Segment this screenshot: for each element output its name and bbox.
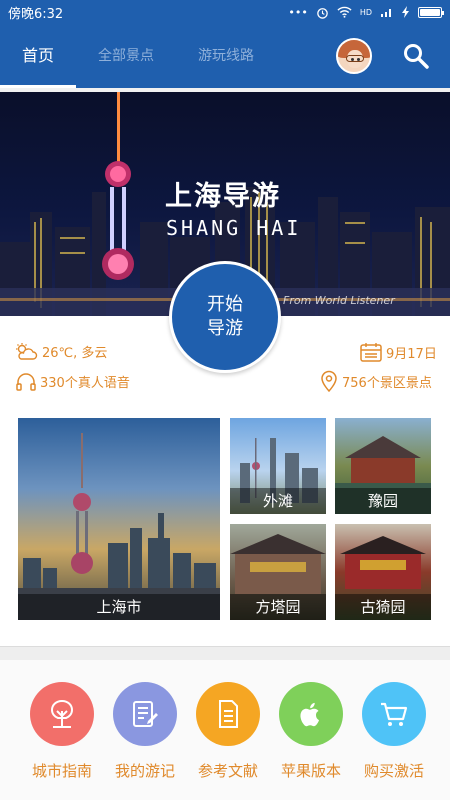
tile-bund[interactable]: 外滩 (230, 418, 326, 514)
tab-home[interactable]: 首页 (0, 24, 77, 88)
wifi-icon (337, 6, 352, 18)
audio-info: 330个真人语音 (16, 372, 130, 391)
menu-label: 参考文献 (197, 762, 258, 780)
spots-info: 756个景区景点 (320, 370, 432, 392)
shanghai-skyline-image (18, 433, 220, 620)
headphones-icon (16, 372, 36, 391)
menu-label: 我的游记 (114, 762, 175, 780)
start-tour-button[interactable]: 开始 导游 (169, 261, 281, 373)
menu-my-notes[interactable]: 我的游记 (105, 682, 185, 781)
status-icons: ••• HD (288, 5, 444, 19)
start-tour-line1: 开始 (207, 294, 243, 315)
tile-fangta[interactable]: 方塔园 (230, 524, 326, 620)
spots-text: 756个景区景点 (342, 375, 432, 391)
notes-icon (113, 682, 177, 746)
audio-text: 330个真人语音 (40, 376, 130, 391)
date-info: 9月17日 (360, 342, 437, 362)
tile-label: 外滩 (230, 488, 326, 514)
tile-guyi[interactable]: 古猗园 (335, 524, 431, 620)
status-time: 傍晚6:32 (8, 6, 64, 22)
network-type: HD (359, 7, 372, 17)
menu-city-guide[interactable]: 城市指南 (22, 682, 102, 781)
bottom-menu: 城市指南 我的游记 参考文献 苹果版本 购买激活 (0, 660, 450, 800)
top-nav: 首页 全部景点 游玩线路 (0, 24, 450, 88)
document-icon (196, 682, 260, 746)
date-text: 9月17日 (386, 346, 437, 362)
start-tour-line2: 导游 (207, 318, 243, 339)
apple-icon (279, 682, 343, 746)
alarm-icon (317, 7, 328, 19)
menu-label: 苹果版本 (280, 762, 341, 780)
banner-subtitle: SHANG HAI (166, 216, 302, 240)
menu-buy-activate[interactable]: 购买激活 (354, 682, 434, 781)
weather-info: 26℃, 多云 (14, 342, 107, 361)
user-avatar[interactable] (336, 38, 372, 74)
tab-all-spots[interactable]: 全部景点 (76, 24, 176, 88)
menu-label: 购买激活 (363, 762, 424, 780)
search-icon[interactable] (402, 42, 430, 70)
more-dots-icon: ••• (288, 5, 308, 19)
tile-label: 上海市 (18, 594, 220, 620)
tile-label: 古猗园 (335, 594, 431, 620)
tile-yuyuan[interactable]: 豫园 (335, 418, 431, 514)
banner-credit: From World Listener (283, 294, 395, 307)
banner-title: 上海导游 (165, 181, 281, 212)
menu-apple-version[interactable]: 苹果版本 (271, 682, 351, 781)
weather-icon (16, 342, 38, 360)
tile-shanghai[interactable]: 上海市 (18, 418, 220, 620)
tab-routes[interactable]: 游玩线路 (176, 24, 276, 88)
tile-label: 豫园 (335, 488, 431, 514)
tile-label: 方塔园 (230, 594, 326, 620)
weather-text: 26℃, 多云 (42, 346, 108, 361)
signal-icon (381, 9, 391, 17)
cart-icon (362, 682, 426, 746)
status-bar: 傍晚6:32 ••• HD (0, 0, 450, 24)
battery-icon (418, 6, 444, 18)
tree-icon (30, 682, 94, 746)
section-divider (0, 646, 450, 660)
calendar-icon (360, 343, 382, 362)
menu-label: 城市指南 (31, 762, 92, 780)
menu-references[interactable]: 参考文献 (188, 682, 268, 781)
charging-icon (402, 6, 409, 18)
location-pin-icon (321, 370, 337, 392)
